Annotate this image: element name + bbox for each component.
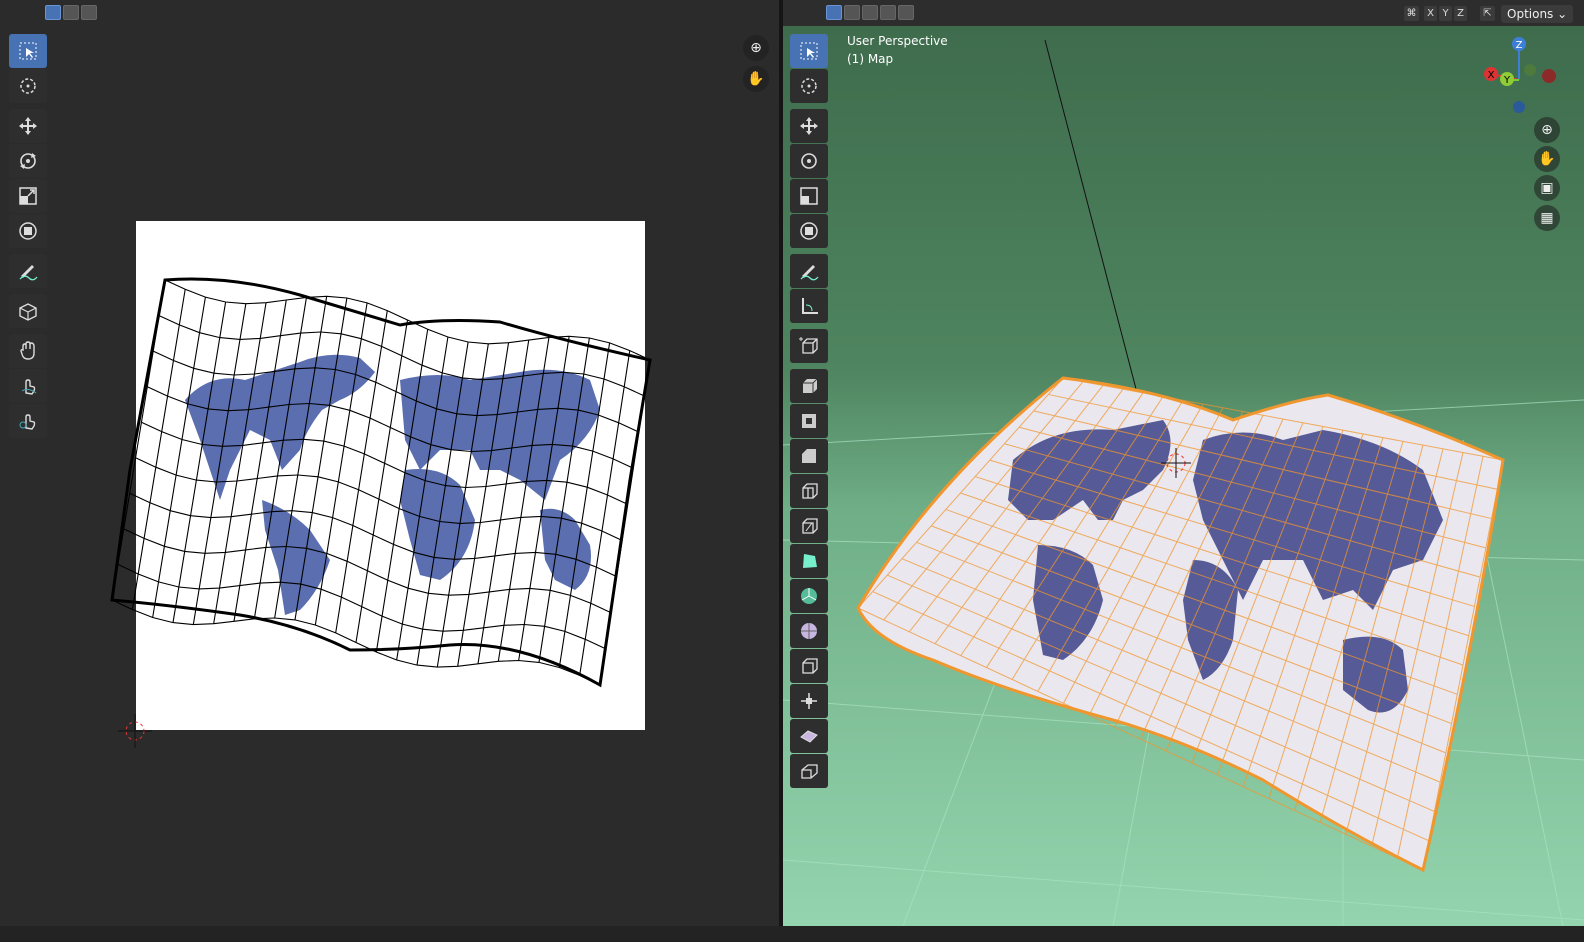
shrink-fatten-icon [802,658,818,674]
vp-knife-tool[interactable] [790,509,828,543]
extrude-icon [803,378,818,393]
vp-measure-tool[interactable] [790,289,828,323]
vp-cursor-tool[interactable] [790,69,828,103]
vp-transform-tool[interactable] [790,214,828,248]
vp-smooth-tool[interactable] [790,614,828,648]
gizmo-neg-x [1542,69,1556,83]
measure-icon [802,298,818,314]
vp-select-mode-group [826,5,914,20]
cursor-icon [801,78,817,94]
vp-move-tool[interactable] [790,109,828,143]
vp-select-box-tool[interactable] [790,34,828,68]
vp-loop-cut-tool[interactable] [790,474,828,508]
mirror-y-button[interactable]: Y [1439,6,1452,21]
rip-region-icon [800,730,818,743]
vp-pan-hand-icon[interactable]: ✋ [1534,146,1560,172]
vp-scale-tool[interactable] [790,179,828,213]
options-label: Options [1507,7,1554,21]
status-bar [0,926,1584,942]
vp-shear-tool[interactable] [790,684,828,718]
annotate-icon [800,265,819,281]
add-cube-icon [799,337,818,354]
spin-icon [801,588,817,604]
gizmo-neg-y [1524,64,1536,76]
gizmo-y-label: Y [1503,75,1511,86]
inset-icon [802,414,816,428]
vp-rip-edge-tool[interactable] [790,754,828,788]
vp-shrink-fatten-tool[interactable] [790,649,828,683]
snap-icon[interactable]: ⇱ [1480,6,1495,21]
rotate-icon [801,153,817,169]
vp-ortho-grid-icon[interactable]: ▦ [1534,205,1560,231]
transform-icon [800,222,818,240]
vp-set-select-button[interactable] [826,5,842,20]
vp-zoom-icon[interactable]: ⊕ [1534,117,1560,143]
gizmo-z-label: Z [1516,40,1523,51]
vp-camera-icon[interactable]: ▣ [1534,175,1560,201]
viewport-header: ⌘ X Y Z ⇱ Options ⌄ [783,0,1584,26]
gizmo-x-label: X [1488,70,1495,81]
vp-subtract-select-button[interactable] [862,5,878,20]
rip-edge-icon [801,764,818,779]
select-box-icon [800,42,818,60]
knife-icon [802,518,818,534]
shear-icon [801,693,817,709]
options-dropdown[interactable]: Options ⌄ [1501,5,1574,23]
vp-extrude-tool[interactable] [790,369,828,403]
vp-extend-select-button[interactable] [844,5,860,20]
mirror-x-button[interactable]: X [1424,6,1437,21]
vp-intersect-select-button[interactable] [898,5,914,20]
vp-poly-build-tool[interactable] [790,544,828,578]
object-name-label: (1) Map [847,52,894,66]
vp-toolbar [790,34,828,789]
move-icon [800,117,818,135]
scale-icon [800,187,818,205]
view-name-label: User Perspective [847,34,948,48]
mirror-z-button[interactable]: Z [1454,6,1467,21]
vp-annotate-tool[interactable] [790,254,828,288]
bevel-icon [802,449,816,463]
vp-rip-region-tool[interactable] [790,719,828,753]
loop-cut-icon [802,483,818,499]
navigation-gizmo[interactable]: Z X Y [1477,32,1567,116]
map-mesh[interactable] [856,376,1505,873]
uv-editor-area[interactable]: ⊕ ✋ [0,0,779,926]
vp-inset-tool[interactable] [790,404,828,438]
smooth-icon [801,623,817,639]
mirror-icon[interactable]: ⌘ [1404,6,1419,21]
gizmo-neg-z [1513,101,1525,113]
poly-build-icon [803,554,817,568]
vp-bevel-tool[interactable] [790,439,828,473]
uv-canvas[interactable] [0,0,779,926]
3d-viewport-area[interactable]: ⌘ X Y Z ⇱ Options ⌄ User Perspective (1)… [783,0,1584,926]
vp-spin-tool[interactable] [790,579,828,613]
viewport-scene [783,39,1584,926]
vp-rotate-tool[interactable] [790,144,828,178]
vp-add-cube-tool[interactable] [790,329,828,363]
vp-invert-select-button[interactable] [880,5,896,20]
